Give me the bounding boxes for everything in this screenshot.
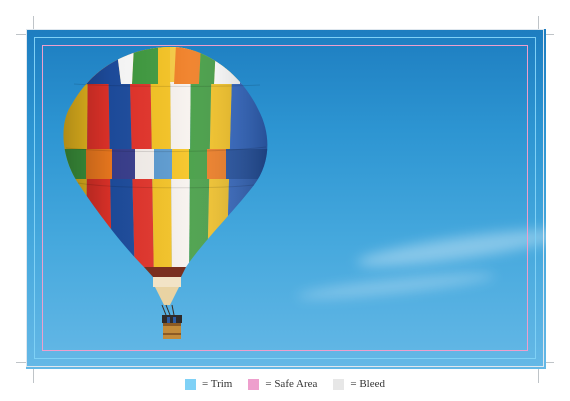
trim-swatch <box>184 378 196 390</box>
legend-item-bleed: = Bleed <box>333 378 385 390</box>
balloon-skirt <box>144 267 186 305</box>
balloon-envelope <box>63 47 268 275</box>
basket-cables <box>161 304 175 316</box>
legend-item-trim: = Trim <box>184 378 233 390</box>
legend-item-safe-area: = Safe Area <box>248 378 317 390</box>
legend-label-trim: = Trim <box>201 378 233 390</box>
safe-area-swatch <box>248 378 260 390</box>
balloon-basket <box>162 315 182 339</box>
legend-label-safe-area: = Safe Area <box>265 378 318 390</box>
crop-mark-top-left-v <box>33 16 34 30</box>
crop-mark-top-right-v <box>538 16 539 30</box>
legend-label-bleed: = Bleed <box>350 378 385 390</box>
artwork-canvas <box>26 29 546 369</box>
bleed-swatch <box>333 378 345 390</box>
hot-air-balloon-illustration <box>63 47 268 339</box>
guide-legend: = Trim = Safe Area = Bleed <box>0 375 570 393</box>
